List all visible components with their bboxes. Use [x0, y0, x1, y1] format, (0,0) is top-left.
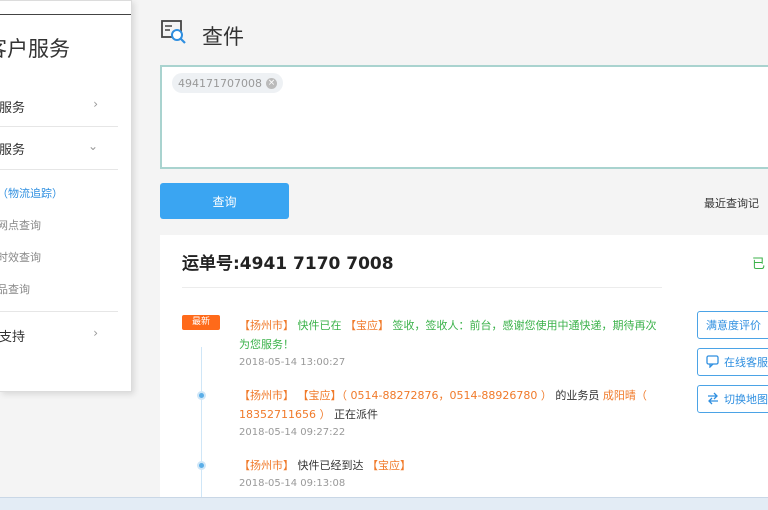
sidebar-item-send-service[interactable]: 件服务 ›	[0, 97, 116, 117]
event-text-segment: 正在派件	[330, 408, 378, 421]
search-document-icon	[160, 18, 188, 46]
event-text-segment: 快件已经到达	[294, 459, 367, 472]
sidebar-divider	[0, 311, 118, 312]
event-time: 2018-05-14 09:27:22	[239, 427, 346, 438]
event-text-segment: 快件已在	[294, 319, 345, 332]
sidebar-item-label: 询服务	[0, 143, 26, 158]
timeline-event: 【扬州市】 快件已经到达 【宝应】 2018-05-14 09:13:08	[239, 456, 659, 491]
sidebar-divider	[0, 169, 118, 170]
event-text-segment: 【宝应】	[367, 459, 411, 472]
timeline-dot-icon	[197, 461, 206, 470]
switch-arrows-icon	[706, 391, 720, 408]
tracking-number-input[interactable]: 494171707008 ×	[160, 65, 768, 169]
sidebar-item-query-service[interactable]: 询服务 ⌄	[0, 139, 116, 159]
newest-badge: 最新	[182, 315, 220, 330]
event-time: 2018-05-14 09:13:08	[239, 478, 346, 489]
button-label: 切换地图	[724, 393, 768, 406]
sidebar-subitem-prohibited-query[interactable]: 禁品查询	[0, 281, 30, 297]
event-text-segment: 的业务员	[551, 389, 603, 402]
switch-map-button[interactable]: 切换地图	[697, 385, 768, 413]
sidebar-item-label: 件服务	[0, 101, 26, 116]
sidebar-title: 客户服务	[0, 37, 70, 61]
timeline-dot-icon	[197, 391, 206, 400]
chevron-right-icon: ›	[93, 326, 98, 340]
event-text: 【扬州市】 【宝应】（ 0514-88272876，0514-88926780 …	[239, 386, 659, 424]
close-icon[interactable]: ×	[265, 77, 277, 89]
waybill-number: 运单号:4941 7170 7008	[182, 254, 394, 274]
sidebar-subitem-outlet-query[interactable]: 务网点查询	[0, 217, 41, 233]
chat-icon	[706, 354, 720, 371]
event-text-segment: 【扬州市】	[239, 459, 294, 472]
event-text-segment: 【宝应】	[297, 389, 342, 402]
tag-label: 494171707008	[178, 76, 262, 90]
sidebar: 客户服务 件服务 › 询服务 ⌄ 件（物流追踪） 务网点查询 费时效查询 禁品查…	[0, 0, 132, 392]
button-label: 满意度评价	[706, 319, 761, 332]
event-text: 【扬州市】 快件已经到达 【宝应】	[239, 456, 659, 475]
sidebar-item-customer-support[interactable]: 服支持 ›	[0, 326, 116, 346]
status-badge: 已	[752, 257, 766, 272]
timeline-event: 【扬州市】 【宝应】（ 0514-88272876，0514-88926780 …	[239, 386, 659, 440]
sidebar-top-border	[0, 1, 131, 15]
result-divider	[182, 287, 662, 288]
chevron-down-icon: ⌄	[87, 139, 98, 153]
sidebar-subitem-tracking[interactable]: 件（物流追踪）	[0, 185, 63, 201]
satisfaction-rating-button[interactable]: 满意度评价	[697, 311, 768, 339]
timeline-line	[201, 347, 202, 497]
sidebar-divider	[0, 126, 118, 127]
event-text-segment: （ 0514-88272876，0514-88926780 ）	[341, 389, 552, 402]
event-time: 2018-05-14 13:00:27	[239, 357, 346, 368]
bottom-taskbar	[0, 497, 768, 510]
event-text-segment: 【扬州市】	[239, 389, 294, 402]
tracking-number-tag: 494171707008 ×	[172, 73, 283, 93]
result-panel: 运单号:4941 7170 7008 已 最新 【扬州市】 快件已在 【宝应】 …	[160, 235, 768, 497]
query-button[interactable]: 查询	[160, 183, 289, 219]
event-text: 【扬州市】 快件已在 【宝应】 签收，签收人：前台，感谢您使用中通快递，期待再次…	[239, 316, 659, 354]
timeline-event: 【扬州市】 快件已在 【宝应】 签收，签收人：前台，感谢您使用中通快递，期待再次…	[239, 316, 659, 370]
button-label: 在线客服	[724, 356, 768, 369]
event-text-segment: 【扬州市】	[239, 319, 294, 332]
online-support-button[interactable]: 在线客服	[697, 348, 768, 376]
event-text-segment: 【宝应】	[345, 319, 389, 332]
page-title: 查件	[202, 25, 244, 49]
sidebar-subitem-fee-time-query[interactable]: 费时效查询	[0, 249, 41, 265]
recent-queries-link[interactable]: 最近查询记	[704, 195, 759, 211]
sidebar-item-label: 服支持	[0, 330, 26, 345]
chevron-right-icon: ›	[93, 97, 98, 111]
